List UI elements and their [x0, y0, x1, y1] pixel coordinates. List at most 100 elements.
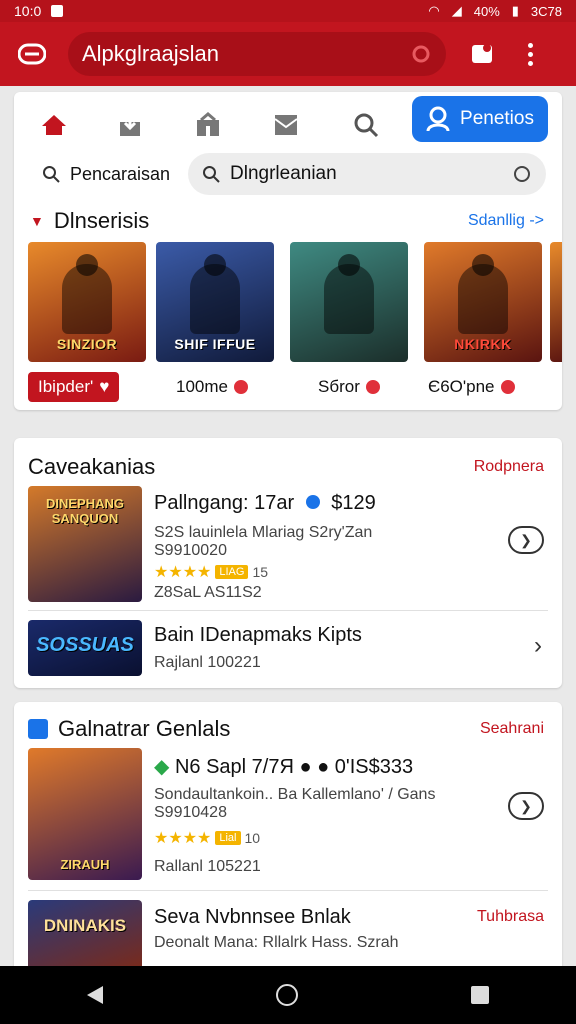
- row-title-text: Pallngang: 17ar: [154, 492, 295, 514]
- heart-icon: ♥: [99, 377, 110, 396]
- star-icon: ★★★★: [154, 564, 212, 581]
- list-item[interactable]: ZIRAUH ◆ N6 Sapl 7/7Я ● ● 0'IS$333 Sonda…: [14, 748, 562, 882]
- profile-label: Penetios: [460, 108, 534, 129]
- more-options-button[interactable]: [520, 40, 540, 68]
- category-card: Caveakanias Rodpnera DINEPHANG SANQUON P…: [14, 438, 562, 688]
- row-subtitle-2: S9910428: [154, 804, 227, 821]
- refresh-icon[interactable]: [410, 43, 432, 65]
- heart-icon: [365, 380, 380, 394]
- nav-downloads[interactable]: [108, 103, 152, 147]
- game-thumbnail: ZIRAUH: [28, 748, 142, 880]
- search-input[interactable]: Dlngrleanian: [188, 153, 546, 195]
- chevron-right-icon[interactable]: ›: [534, 632, 542, 660]
- back-icon[interactable]: [86, 986, 103, 1004]
- row-subtitle: Rajlanl 100221: [154, 654, 261, 671]
- nav-store[interactable]: [186, 103, 230, 147]
- rating-tag: Lial: [215, 831, 241, 845]
- chevron-right-icon: ❯: [520, 531, 532, 548]
- category-header: Caveakanias Rodpnera: [14, 452, 562, 482]
- generals-card: Galnatrar Genlals Seahrani ZIRAUH ◆ N6 S…: [14, 702, 562, 966]
- category-title: Caveakanias: [28, 454, 156, 479]
- open-button[interactable]: ❯: [508, 526, 544, 554]
- rating-count: 15: [252, 564, 269, 580]
- app-search-bar[interactable]: Alpkglraajslan: [68, 32, 446, 76]
- row-title: Bain IDenapmaks Kipts: [154, 624, 362, 646]
- featured-header: ▼ Dlnserisis Sdanllig ->: [14, 206, 562, 236]
- home-button-icon[interactable]: [275, 984, 298, 1006]
- row-price: $129: [331, 492, 376, 514]
- game-tile[interactable]: [550, 242, 562, 362]
- game-tile[interactable]: NKIRKK: [424, 242, 542, 362]
- row-title: ◆ N6 Sapl 7/7Я ● ● 0'IS$333: [154, 754, 413, 779]
- search-icon: [203, 166, 220, 183]
- open-button[interactable]: ❯: [508, 792, 544, 820]
- heart-icon: [500, 380, 515, 394]
- list-item[interactable]: DINEPHANG SANQUON Pallngang: 17ar $129 S…: [14, 486, 562, 604]
- notifications-button[interactable]: [468, 40, 496, 68]
- flag-icon: [28, 719, 48, 739]
- featured-see-all[interactable]: Sdanllig ->: [468, 212, 544, 230]
- game-tile[interactable]: SHIF IFFUE: [156, 242, 274, 362]
- search-icon: [43, 166, 60, 183]
- nav-messages[interactable]: [264, 103, 308, 147]
- search-row: Pencaraisan Dlngrleanian: [14, 152, 562, 196]
- battery-level: 40%: [473, 3, 500, 19]
- row-title-text: N6 Sapl 7/7Я: [174, 756, 294, 778]
- list-item[interactable]: DNINAKIS Seva Nvbnnsee Bnlak Deonalt Man…: [14, 900, 562, 966]
- price-chip[interactable]: 100me: [176, 372, 248, 402]
- menu-icon: [18, 43, 46, 65]
- thumb-text: DINEPHANG SANQUON: [45, 496, 124, 526]
- price-chip[interactable]: Ibipder' ♥: [28, 372, 120, 402]
- chevron-down-icon[interactable]: ▼: [30, 213, 44, 229]
- divider: [28, 610, 548, 611]
- app-bar: Alpkglraajslan: [0, 22, 576, 86]
- featured-carousel: SINZIOR SHIF IFFUE NKIRKK Ibipder' ♥ 100…: [14, 242, 562, 406]
- row-link[interactable]: Tuhbrasa: [477, 908, 544, 926]
- generals-header: Galnatrar Genlals Seahrani: [14, 714, 562, 744]
- row-footer: Rallanl 105221: [154, 858, 261, 875]
- generals-title: Galnatrar Genlals: [58, 716, 231, 741]
- user-icon: [426, 106, 450, 132]
- row-footer: Z8SaL AS11S2: [154, 584, 262, 601]
- chevron-right-icon: ❯: [520, 797, 532, 814]
- menu-button[interactable]: [14, 36, 50, 72]
- tile-art-text: SHIF IFFUE: [174, 336, 256, 352]
- game-thumbnail: DINEPHANG SANQUON: [28, 486, 142, 602]
- game-thumbnail: DNINAKIS: [28, 900, 142, 966]
- rating-count: 10: [244, 830, 261, 846]
- rating-tag: LIAG: [215, 565, 249, 579]
- search-input-text: Dlngrleanian: [230, 163, 337, 184]
- game-tile[interactable]: [290, 242, 408, 362]
- app-search-text: Alpkglraajslan: [82, 41, 219, 66]
- nav-home[interactable]: [32, 103, 76, 147]
- price-chip-text: 100me: [176, 377, 228, 396]
- store-icon: [197, 112, 219, 136]
- featured-title: Dlnserisis: [53, 208, 150, 233]
- nav-search[interactable]: [344, 103, 388, 147]
- star-icon: ★★★★: [154, 830, 212, 847]
- generals-link[interactable]: Seahrani: [480, 720, 544, 738]
- price-chip[interactable]: Sбror: [318, 372, 380, 402]
- game-tile[interactable]: SINZIOR: [28, 242, 146, 362]
- tile-art-text: SINZIOR: [56, 336, 118, 352]
- system-nav-bar: [0, 966, 576, 1024]
- profile-button[interactable]: Penetios: [412, 96, 548, 142]
- price-chip[interactable]: Є6O'pne: [428, 372, 515, 402]
- download-icon: [120, 114, 140, 136]
- row-price: 0'IS$333: [334, 756, 414, 778]
- status-time: 10:0: [14, 3, 42, 19]
- category-link[interactable]: Rodpnera: [474, 458, 544, 476]
- rating: ★★★★ Lial 10: [154, 828, 260, 848]
- recents-icon[interactable]: [471, 986, 490, 1004]
- notification-icon: [51, 5, 64, 17]
- badge-icon: ◆: [154, 756, 170, 778]
- tile-art-text: NKIRKK: [454, 336, 512, 352]
- search-label[interactable]: Pencaraisan: [42, 164, 170, 185]
- list-item[interactable]: SOSSUAS Bain IDenapmaks Kipts Rajlanl 10…: [14, 618, 562, 678]
- wifi-icon: ◠: [428, 3, 440, 18]
- row-subtitle: Deonalt Mana: Rllalrk Hass. Szrah: [154, 934, 399, 951]
- heart-icon: [233, 380, 248, 394]
- search-icon: [354, 113, 379, 138]
- home-icon: [42, 115, 66, 135]
- row-title: Seva Nvbnnsee Bnlak: [154, 906, 351, 928]
